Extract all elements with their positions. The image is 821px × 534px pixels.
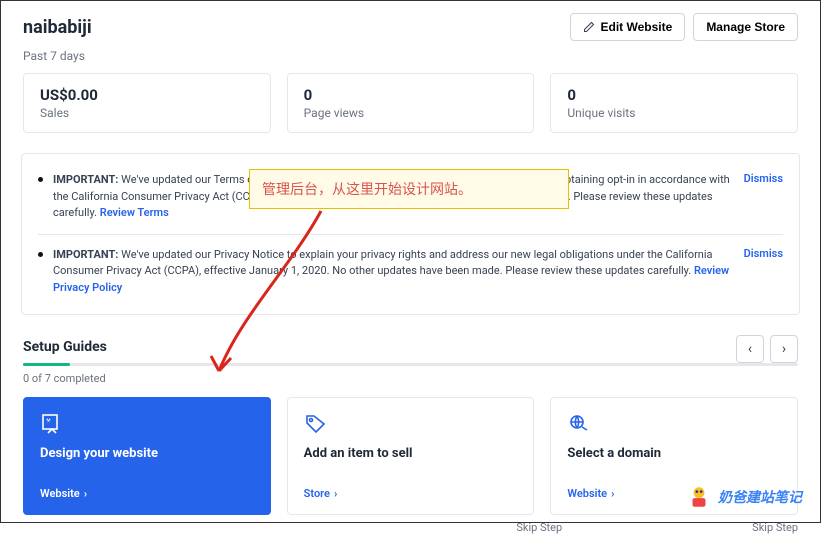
stat-value: US$0.00 [40,86,254,104]
stat-value: 0 [567,86,781,104]
guide-title: Design your website [40,446,254,461]
edit-website-label: Edit Website [601,20,673,34]
annotation-callout: 管理后台，从这里开始设计网站。 [249,169,569,209]
stat-label: Sales [40,106,254,120]
notice-prefix: IMPORTANT: [53,173,118,186]
stat-label: Unique visits [567,106,781,120]
tag-icon [304,412,328,436]
guide-title: Add an item to sell [304,446,518,461]
search-globe-icon [567,412,591,436]
manage-store-label: Manage Store [706,20,785,34]
setup-progress-bar [23,363,798,366]
review-terms-link[interactable]: Review Terms [100,206,169,219]
stat-card-unique: 0 Unique visits [550,73,798,133]
guide-link-website[interactable]: Website› [40,487,254,500]
guide-link-store[interactable]: Store› [304,487,518,500]
guide-link-website[interactable]: Website› [567,487,781,500]
dismiss-button[interactable]: Dismiss [744,172,783,222]
notice-text: We've updated our Privacy Notice to expl… [53,248,713,278]
guide-card-design-website[interactable]: Design your website Website› [23,397,271,515]
bullet-icon [38,177,43,182]
design-icon [40,412,64,436]
pencil-icon [583,21,595,33]
notice-prefix: IMPORTANT: [53,248,118,261]
setup-guides-title: Setup Guides [23,339,107,355]
page-title: naibabiji [23,17,562,38]
stat-value: 0 [304,86,518,104]
chevron-right-icon: › [84,487,87,500]
guides-next-button[interactable]: › [770,335,798,363]
guide-card-select-domain[interactable]: Select a domain Website› [550,397,798,515]
stat-card-pageviews: 0 Page views [287,73,535,133]
guide-title: Select a domain [567,446,781,461]
manage-store-button[interactable]: Manage Store [693,13,798,41]
bullet-icon [38,252,43,257]
stat-label: Page views [304,106,518,120]
setup-progress-text: 0 of 7 completed [23,372,798,385]
guides-prev-button[interactable]: ‹ [736,335,764,363]
notice-item: IMPORTANT: We've updated our Privacy Not… [38,234,783,303]
guide-card-add-item[interactable]: Add an item to sell Store› [287,397,535,515]
stat-card-sales: US$0.00 Sales [23,73,271,133]
chevron-right-icon: › [334,487,337,500]
period-label: Past 7 days [1,41,820,73]
edit-website-button[interactable]: Edit Website [570,13,686,41]
dismiss-button[interactable]: Dismiss [744,247,783,297]
chevron-right-icon: › [611,487,614,500]
